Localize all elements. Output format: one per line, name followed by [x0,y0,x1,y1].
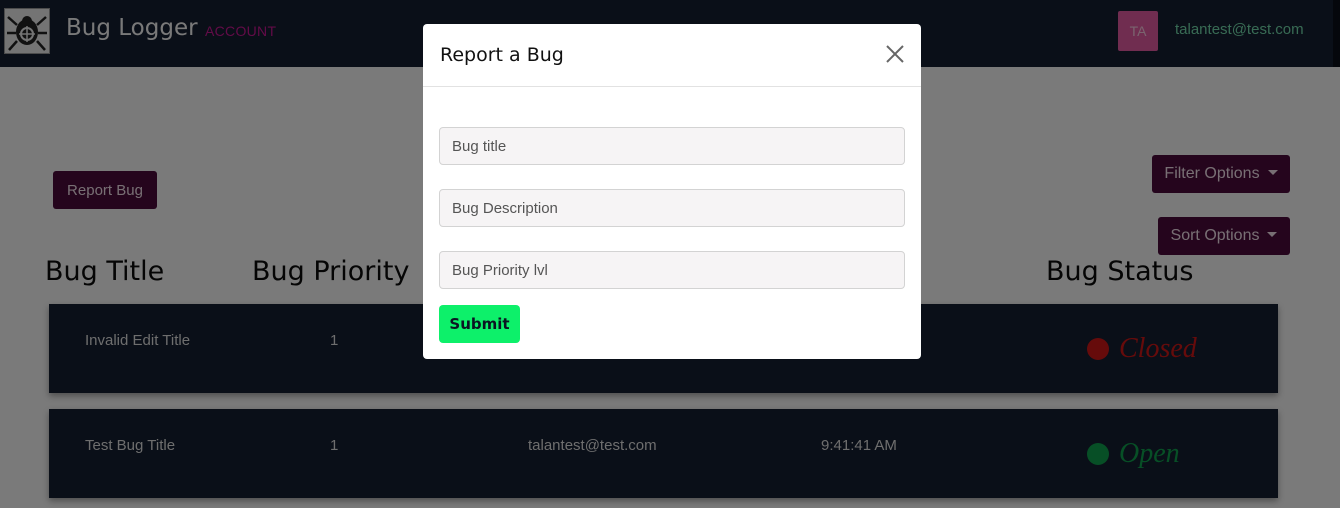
submit-button[interactable]: Submit [439,305,520,343]
bug-title-input[interactable] [439,127,905,165]
modal-title: Report a Bug [440,44,564,66]
bug-priority-input[interactable] [439,251,905,289]
close-icon[interactable] [885,44,905,64]
modal-header: Report a Bug [423,24,921,87]
report-bug-modal: Report a Bug Submit [423,24,921,359]
bug-description-input[interactable] [439,189,905,227]
